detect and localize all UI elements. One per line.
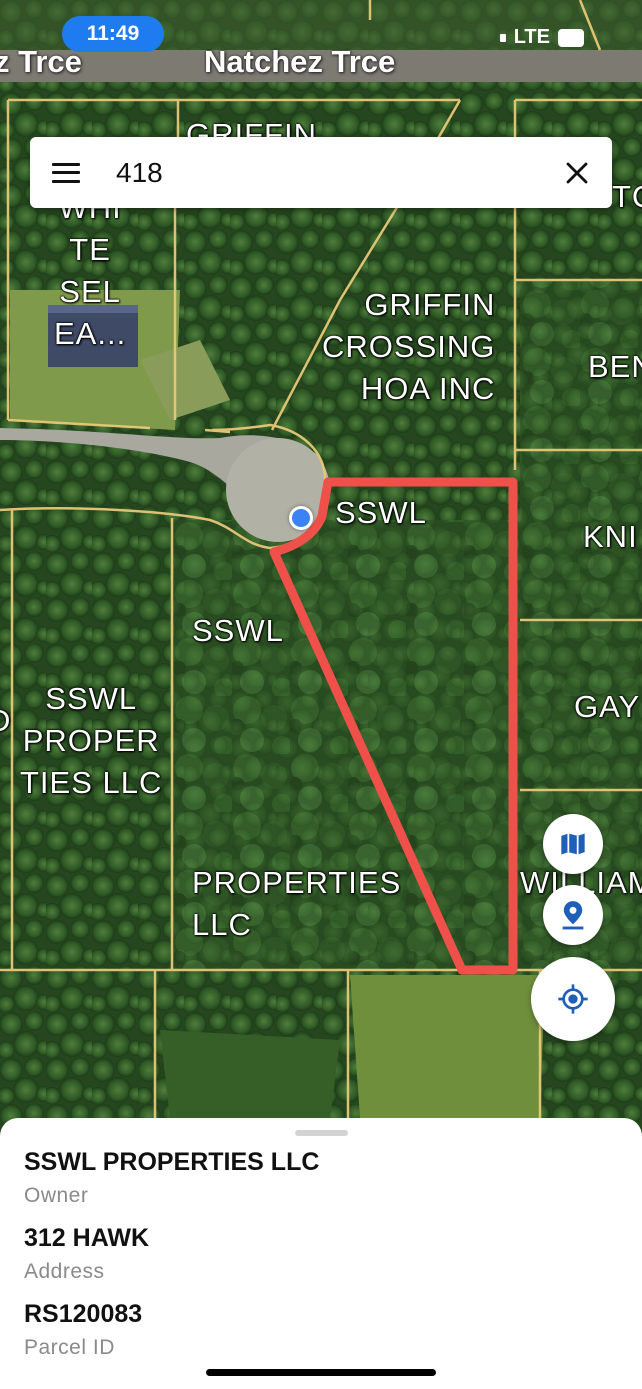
parcel-label[interactable]: SSWL: [335, 492, 427, 534]
map-layers-button[interactable]: [543, 814, 603, 874]
parcel-label[interactable]: KNI: [583, 516, 638, 558]
network-type: LTE: [513, 26, 550, 48]
current-location-dot: [289, 506, 313, 530]
parcel-label[interactable]: GRIFFIN CROSSING HOA INC: [322, 284, 495, 410]
owner-label: Owner: [24, 1184, 89, 1207]
sheet-drag-handle[interactable]: [295, 1130, 348, 1136]
crosshair-location-icon: [558, 984, 588, 1014]
parcel-label[interactable]: WHI TE SEL EA...: [54, 187, 126, 354]
clear-search-button[interactable]: [542, 137, 612, 208]
location-pin-icon: [562, 901, 584, 930]
parcel-id-value: RS120083: [24, 1300, 143, 1328]
parcel-label[interactable]: D: [0, 700, 11, 742]
owner-value: SSWL PROPERTIES LLC: [24, 1148, 320, 1176]
status-indicators: LTE: [499, 26, 584, 49]
my-location-button[interactable]: [531, 957, 615, 1041]
address-label: Address: [24, 1260, 105, 1283]
road-label: z Trce: [0, 44, 82, 79]
parcel-label[interactable]: GAY: [574, 686, 640, 728]
signal-icon: [499, 33, 506, 42]
road-label: Natchez Trce: [204, 44, 396, 79]
parcel-info-sheet[interactable]: SSWL PROPERTIES LLC Owner 312 HAWK Addre…: [0, 1118, 642, 1389]
parcel-label[interactable]: TC: [612, 176, 642, 218]
map-icon: [561, 833, 585, 855]
drop-pin-button[interactable]: [543, 885, 603, 945]
parcel-label[interactable]: PROPERTIES LLC: [192, 862, 401, 946]
parcel-label[interactable]: BEN: [588, 346, 642, 388]
battery-icon: [558, 28, 584, 47]
address-value: 312 HAWK: [24, 1224, 150, 1252]
parcel-id-label: Parcel ID: [24, 1336, 115, 1359]
parcel-label[interactable]: SSWL PROPER TIES LLC: [20, 678, 162, 804]
home-indicator[interactable]: [206, 1369, 436, 1376]
search-input[interactable]: 418: [116, 157, 542, 189]
search-bar[interactable]: 418: [30, 137, 612, 208]
status-time: 11:49: [62, 16, 164, 52]
close-icon: [566, 162, 588, 183]
menu-icon[interactable]: [52, 162, 80, 183]
parcel-label[interactable]: SSWL: [192, 610, 284, 652]
